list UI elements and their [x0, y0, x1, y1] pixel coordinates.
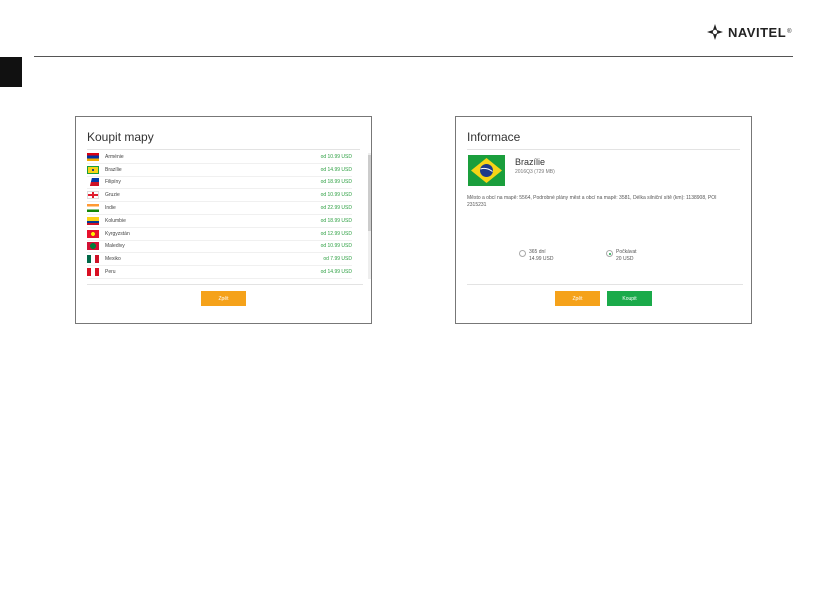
country-name: Kolumbie: [105, 217, 126, 224]
country-name: Peru: [105, 269, 116, 276]
footer-divider: [87, 284, 363, 285]
country-price: od 22.99 USD: [320, 205, 352, 212]
country-name: Filipíny: [105, 179, 121, 186]
philippines-flag-icon: [87, 178, 99, 187]
list-scrollbar[interactable]: [368, 153, 371, 279]
selected-country-name: Brazílie: [515, 157, 546, 167]
option-365-days[interactable]: 365 dní 14.99 USD: [519, 249, 553, 263]
maldives-flag-icon: [87, 242, 99, 251]
country-price: od 10.99 USD: [320, 243, 352, 250]
info-panel: Informace Brazílie 2016Q3 (729 MB) Město…: [455, 116, 752, 324]
country-list: Arménie od 10.99 USD Brazílie od 14.99 U…: [87, 151, 352, 279]
country-price: od 10.99 USD: [320, 192, 352, 199]
peru-flag-icon: [87, 268, 99, 277]
armenia-flag-icon: [87, 152, 99, 161]
brand-name: NAVITEL: [728, 24, 787, 40]
list-item-india[interactable]: Indie od 22.99 USD: [87, 202, 352, 215]
brand-registered-mark: ®: [787, 29, 792, 35]
buy-maps-panel: Koupit mapy Arménie od 10.99 USD Brazíli…: [75, 116, 372, 324]
back-button[interactable]: Zpět: [201, 291, 246, 306]
country-name: Kyrgyzstán: [105, 230, 130, 237]
scrollbar-thumb[interactable]: [368, 155, 371, 231]
list-item-peru[interactable]: Peru od 14.99 USD: [87, 266, 352, 279]
option-365-price: 14.99 USD: [529, 256, 554, 262]
country-name: Arménie: [105, 153, 124, 160]
title-divider: [87, 149, 360, 150]
list-item-kyrgyzstan[interactable]: Kyrgyzstán od 12.99 USD: [87, 228, 352, 241]
list-item-georgia[interactable]: Gruzie od 10.99 USD: [87, 189, 352, 203]
country-price: od 12.99 USD: [320, 230, 352, 237]
country-name: Maledivy: [105, 243, 125, 250]
kyrgyzstan-flag-icon: [87, 229, 99, 238]
back-button[interactable]: Zpět: [555, 291, 600, 306]
option-365-label: 365 dní: [529, 249, 546, 255]
option-forever[interactable]: Počkávat 20 USD: [606, 249, 637, 263]
radio-forever[interactable]: [606, 250, 613, 257]
country-price: od 14.99 USD: [320, 166, 352, 173]
mexico-flag-icon: [87, 255, 99, 264]
country-price: od 10.99 USD: [320, 153, 352, 160]
list-item-philippines[interactable]: Filipíny od 18.99 USD: [87, 177, 352, 190]
country-price: od 18.99 USD: [320, 179, 352, 186]
country-price: od 18.99 USD: [320, 217, 352, 224]
country-price: od 14.99 USD: [320, 269, 352, 276]
title-divider: [467, 149, 740, 150]
navitel-logo: NAVITEL ®: [706, 23, 792, 41]
list-item-armenia[interactable]: Arménie od 10.99 USD: [87, 151, 352, 164]
header-rule: [34, 56, 793, 57]
page-tab-marker: [0, 57, 22, 87]
brazil-flag-icon: [87, 165, 99, 174]
option-forever-price: 20 USD: [616, 256, 634, 262]
india-flag-icon: [87, 204, 99, 213]
country-price: od 7.99 USD: [323, 256, 352, 263]
georgia-flag-icon: [87, 191, 99, 200]
list-item-mexico[interactable]: Mexiko od 7.99 USD: [87, 253, 352, 267]
list-item-brazil[interactable]: Brazílie od 14.99 USD: [87, 164, 352, 177]
list-item-colombia[interactable]: Kolumbie od 18.99 USD: [87, 215, 352, 228]
list-item-maldives[interactable]: Maledivy od 10.99 USD: [87, 241, 352, 254]
buy-button[interactable]: Koupit: [607, 291, 652, 306]
map-description: Město a obcí na mapě: 5564, Podrobné plá…: [467, 195, 717, 208]
navitel-logo-icon: [707, 24, 723, 40]
footer-divider: [467, 284, 743, 285]
brazil-flag-icon: [468, 155, 505, 186]
buy-maps-title: Koupit mapy: [87, 130, 154, 144]
country-name: Mexiko: [105, 256, 121, 263]
colombia-flag-icon: [87, 216, 99, 225]
radio-365-days[interactable]: [519, 250, 526, 257]
map-version: 2016Q3 (729 MB): [515, 169, 555, 175]
country-name: Indie: [105, 205, 116, 212]
option-forever-label: Počkávat: [616, 249, 637, 255]
country-name: Brazílie: [105, 166, 122, 173]
country-name: Gruzie: [105, 192, 120, 199]
info-title: Informace: [467, 130, 521, 144]
